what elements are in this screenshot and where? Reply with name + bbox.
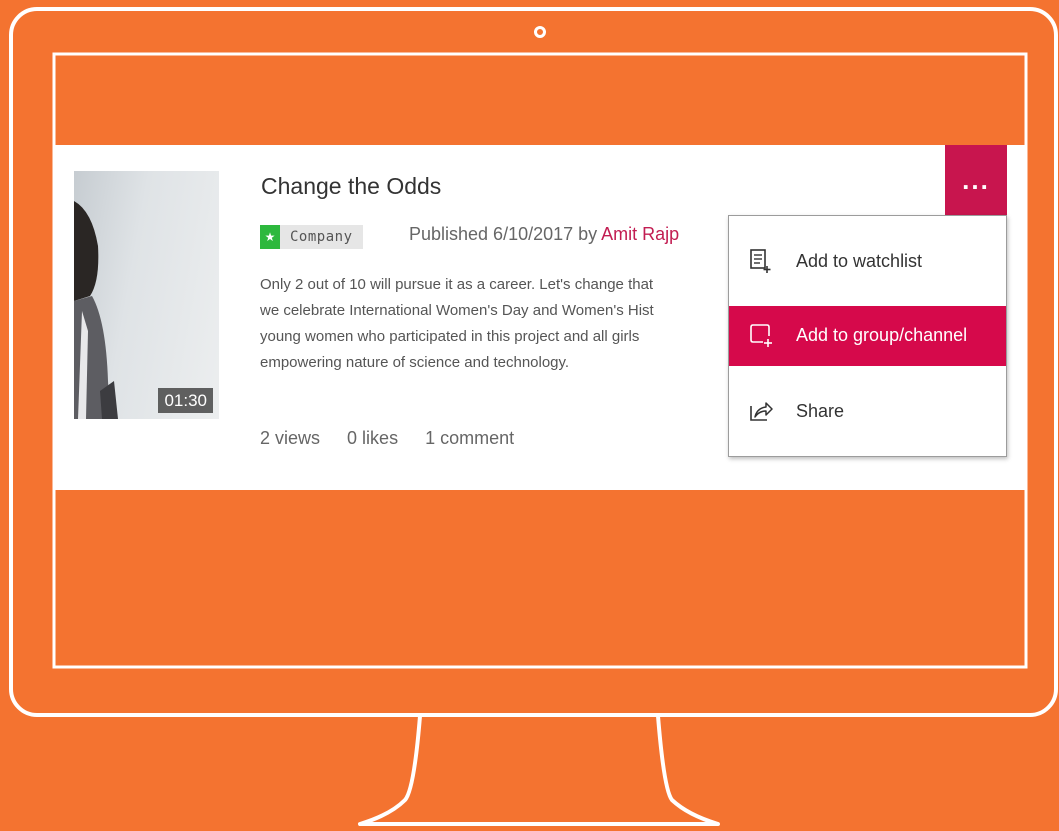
views-count: 2 views bbox=[260, 428, 321, 448]
share-icon bbox=[750, 402, 773, 421]
watchlist-icon bbox=[750, 249, 771, 273]
illustration-stage: 01:30 Change the Odds ★ Company Publishe… bbox=[0, 0, 1059, 831]
menu-item-label: Add to watchlist bbox=[796, 251, 923, 271]
add-to-group-icon bbox=[750, 324, 772, 347]
description-line: Only 2 out of 10 will pursue it as a car… bbox=[260, 276, 654, 293]
more-options-button[interactable]: ... bbox=[945, 145, 1007, 225]
category-icon: ★ bbox=[260, 225, 280, 249]
video-description: Only 2 out of 10 will pursue it as a car… bbox=[260, 272, 760, 376]
video-title[interactable]: Change the Odds bbox=[261, 173, 441, 200]
screen-area: 01:30 Change the Odds ★ Company Publishe… bbox=[55, 55, 1025, 666]
menu-item-add-to-group-channel[interactable]: Add to group/channel bbox=[729, 306, 1006, 366]
context-menu: Add to watchlist Add to group/channel Sh… bbox=[728, 215, 1007, 457]
description-line: we celebrate International Women's Day a… bbox=[260, 302, 654, 319]
category-badge[interactable]: Company bbox=[280, 225, 363, 249]
menu-item-label: Add to group/channel bbox=[796, 325, 968, 345]
video-stats: 2 views 0 likes 1 comment bbox=[260, 428, 536, 449]
description-line: young women who participated in this pro… bbox=[260, 328, 640, 345]
video-thumbnail[interactable]: 01:30 bbox=[74, 171, 219, 419]
person-image bbox=[74, 201, 118, 419]
menu-item-add-to-watchlist[interactable]: Add to watchlist bbox=[729, 232, 1006, 292]
comments-count[interactable]: 1 comment bbox=[425, 428, 514, 448]
description-line: empowering nature of science and technol… bbox=[260, 354, 570, 371]
menu-item-label: Share bbox=[796, 401, 845, 421]
published-text: Published 6/10/2017 by bbox=[409, 224, 598, 244]
menu-item-share[interactable]: Share bbox=[729, 382, 1006, 442]
author-link[interactable]: Amit Rajp bbox=[601, 224, 679, 244]
likes-count: 0 likes bbox=[347, 428, 399, 448]
published-info: Published 6/10/2017 by Amit Rajp bbox=[409, 224, 679, 245]
duration-badge: 01:30 bbox=[158, 388, 213, 413]
video-card: 01:30 Change the Odds ★ Company Publishe… bbox=[55, 145, 1025, 490]
